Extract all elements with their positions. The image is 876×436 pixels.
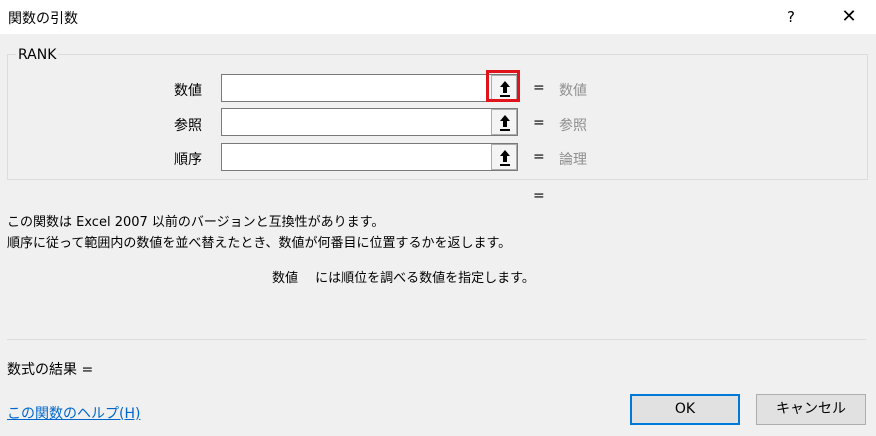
arg-type-number: 数値 — [559, 83, 587, 99]
arg-input-order[interactable] — [221, 143, 518, 171]
arg-type-order: 論理 — [559, 152, 587, 168]
formula-result: 数式の結果 = — [7, 362, 94, 378]
ref-button-ref[interactable] — [491, 109, 517, 135]
arg-label-order: 順序 — [174, 152, 202, 168]
arg-input-ref[interactable] — [221, 108, 518, 136]
arg-eq-ref: = — [533, 115, 545, 131]
highlight-box — [486, 70, 520, 102]
collapse-dialog-icon — [500, 115, 510, 131]
function-description-line1: この関数は Excel 2007 以前のバージョンと互換性があります。 — [7, 215, 385, 230]
arg-eq-order: = — [533, 149, 545, 165]
help-button[interactable]: ? — [776, 4, 806, 30]
function-description-line2: 順序に従って範囲内の数値を並べ替えたとき、数値が何番目に位置するかを返します。 — [7, 236, 512, 251]
dialog-title: 関数の引数 — [8, 11, 78, 27]
function-name: RANK — [16, 47, 59, 63]
function-result-eq: = — [533, 188, 545, 204]
argument-description: 数値 には順位を調べる数値を指定します。 — [272, 271, 535, 286]
arg-label-number: 数値 — [174, 83, 202, 99]
ok-button[interactable]: OK — [630, 394, 740, 425]
ref-button-order[interactable] — [491, 144, 517, 170]
collapse-dialog-icon — [500, 150, 510, 166]
function-help-link[interactable]: この関数のヘルプ(H) — [7, 403, 140, 423]
arg-eq-number: = — [533, 80, 545, 96]
title-bar: 関数の引数 ? ✕ — [0, 0, 876, 34]
arg-type-ref: 参照 — [559, 118, 587, 134]
divider — [7, 339, 866, 340]
arg-label-ref: 参照 — [174, 118, 202, 134]
close-button[interactable]: ✕ — [832, 4, 866, 30]
cancel-button[interactable]: キャンセル — [756, 394, 866, 425]
arg-input-number[interactable] — [221, 74, 518, 102]
